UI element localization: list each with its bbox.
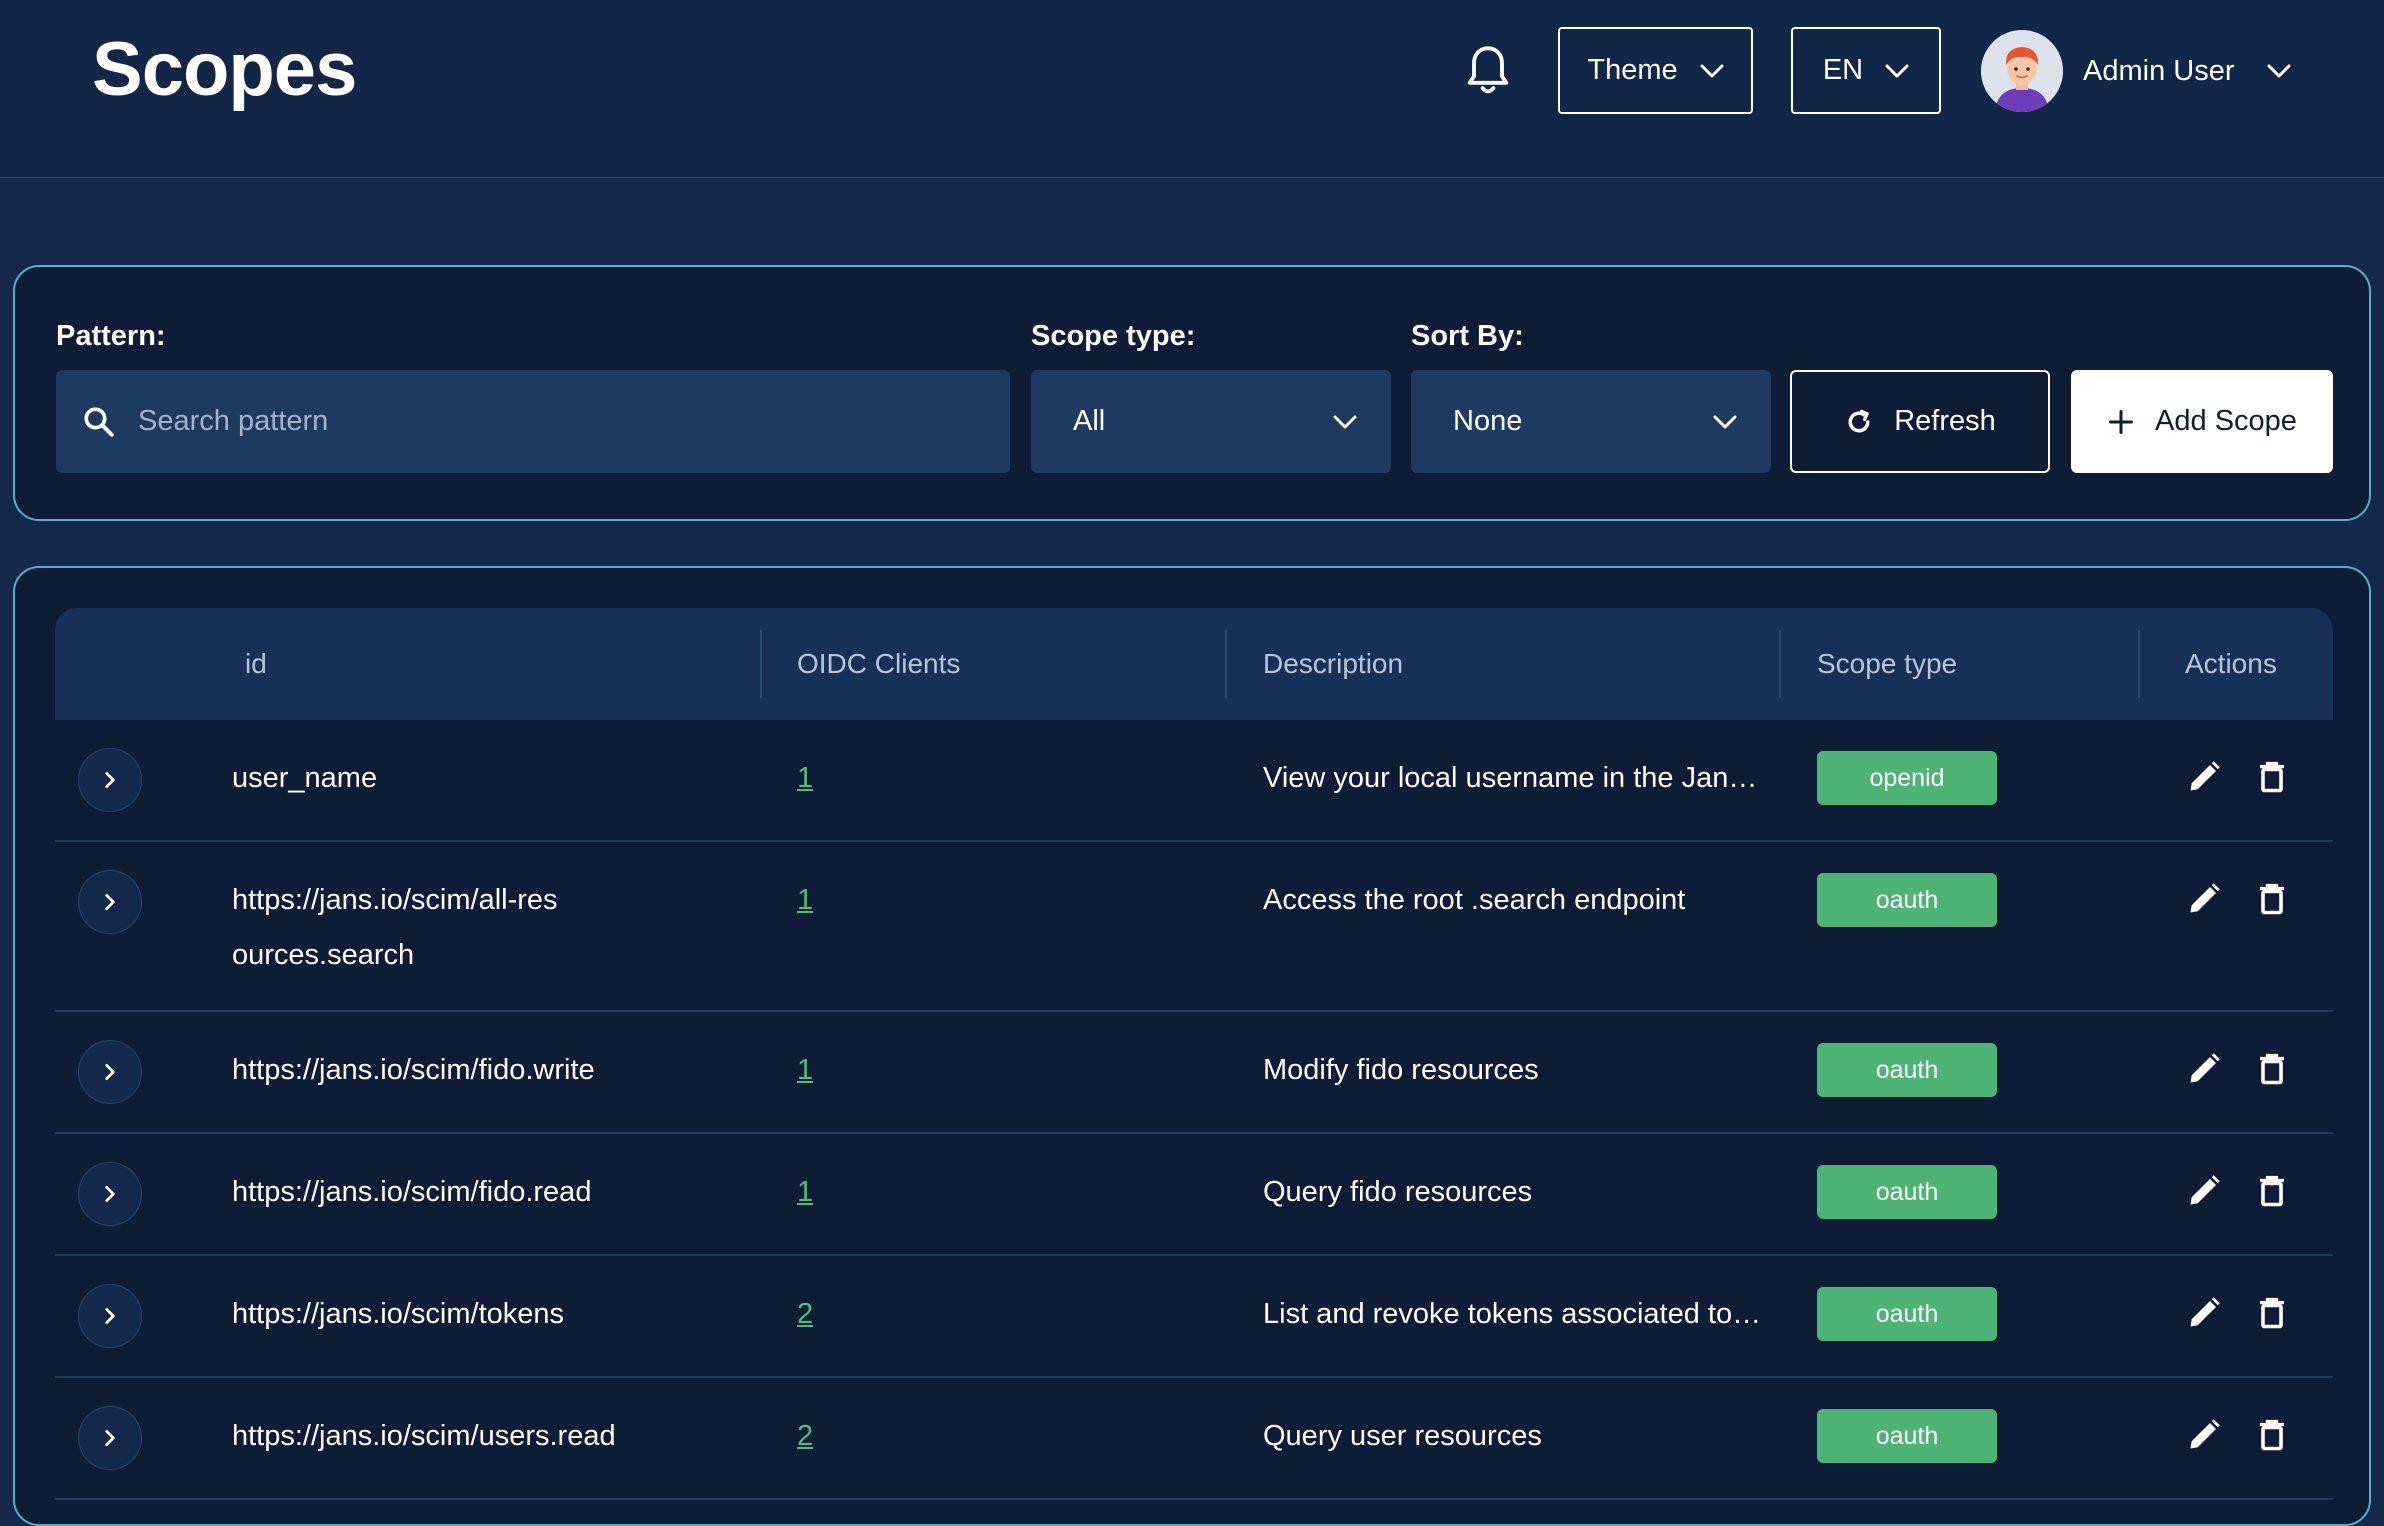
oidc-clients-link[interactable]: 1	[797, 873, 813, 928]
table-row: https://jans.io/scim/tokens 2 List and r…	[55, 1256, 2333, 1378]
pencil-icon[interactable]	[2186, 1417, 2222, 1453]
scope-description: Modify fido resources	[1263, 1054, 1539, 1086]
scope-id: https://jans.io/scim/users.read	[232, 1420, 616, 1452]
column-header-description[interactable]: Description	[1263, 608, 1403, 720]
bell-icon[interactable]	[1462, 44, 1514, 100]
column-divider	[2138, 630, 2140, 698]
column-divider	[1225, 630, 1227, 698]
scope-type-select[interactable]: All	[1031, 370, 1391, 473]
add-scope-button[interactable]: Add Scope	[2071, 370, 2333, 473]
chevron-right-icon	[105, 1064, 115, 1080]
pencil-icon[interactable]	[2186, 1051, 2222, 1087]
scope-type-badge: openid	[1817, 751, 1997, 805]
chevron-down-icon	[1333, 415, 1357, 428]
oidc-clients-link[interactable]: 2	[797, 1287, 813, 1342]
pencil-icon[interactable]	[2186, 1295, 2222, 1331]
table-row: https://jans.io/scim/fido.read 1 Query f…	[55, 1134, 2333, 1256]
sort-by-label: Sort By:	[1411, 320, 1524, 352]
chevron-down-icon	[1700, 64, 1724, 77]
table-row: https://jans.io/scim/all-resources.searc…	[55, 842, 2333, 1012]
scope-type-badge: oauth	[1817, 1409, 1997, 1463]
language-dropdown[interactable]: EN	[1791, 27, 1941, 114]
table-row: user_name 1 View your local username in …	[55, 720, 2333, 842]
scope-type-value: All	[1073, 405, 1106, 437]
sort-by-value: None	[1453, 405, 1523, 437]
chevron-down-icon	[2267, 64, 2290, 78]
expand-row-button[interactable]	[78, 1406, 142, 1470]
chevron-right-icon	[105, 772, 115, 788]
column-header-id[interactable]: id	[245, 608, 267, 720]
sort-by-select[interactable]: None	[1411, 370, 1771, 473]
user-avatar-icon	[1981, 30, 2063, 112]
chevron-down-icon	[1713, 415, 1737, 428]
column-header-oidc-clients[interactable]: OIDC Clients	[797, 608, 960, 720]
add-scope-label: Add Scope	[2155, 405, 2297, 437]
chevron-right-icon	[105, 894, 115, 910]
filter-panel: Pattern: Scope type: Sort By: All None R…	[13, 265, 2371, 521]
chevron-down-icon	[1885, 64, 1909, 77]
theme-dropdown[interactable]: Theme	[1558, 27, 1753, 114]
scopes-table-panel: id OIDC Clients Description Scope type A…	[13, 566, 2371, 1526]
scope-type-label: Scope type:	[1031, 320, 1196, 352]
scope-description: Query fido resources	[1263, 1176, 1533, 1208]
oidc-clients-link[interactable]: 1	[797, 751, 813, 806]
chevron-right-icon	[105, 1186, 115, 1202]
trash-icon[interactable]	[2254, 1173, 2290, 1209]
trash-icon[interactable]	[2254, 1051, 2290, 1087]
page-title: Scopes	[92, 27, 357, 112]
language-label: EN	[1822, 54, 1864, 86]
scope-id: https://jans.io/scim/fido.write	[232, 1054, 595, 1086]
scope-id: user_name	[232, 762, 378, 794]
refresh-icon	[1848, 409, 1870, 432]
scope-id: https://jans.io/scim/all-resources.searc…	[232, 884, 558, 971]
plus-icon	[2109, 409, 2134, 434]
pattern-label: Pattern:	[56, 320, 166, 352]
table-row: https://jans.io/scim/users.read 2 Query …	[55, 1378, 2333, 1500]
scope-type-badge: oauth	[1817, 1165, 1997, 1219]
scope-description: List and revoke tokens associated to use…	[1263, 1298, 1763, 1330]
app-header: Scopes Theme EN Admin User	[0, 0, 2384, 178]
expand-row-button[interactable]	[78, 870, 142, 934]
avatar	[1981, 30, 2063, 112]
oidc-clients-link[interactable]: 2	[797, 1409, 813, 1464]
table-header: id OIDC Clients Description Scope type A…	[55, 608, 2333, 720]
scope-type-badge: oauth	[1817, 1043, 1997, 1097]
pencil-icon[interactable]	[2186, 759, 2222, 795]
search-field[interactable]	[56, 370, 1010, 473]
expand-row-button[interactable]	[78, 1040, 142, 1104]
trash-icon[interactable]	[2254, 759, 2290, 795]
user-menu[interactable]: Admin User	[1981, 30, 2291, 112]
table-row: https://jans.io/scim/fido.write 1 Modify…	[55, 1012, 2333, 1134]
scope-type-badge: oauth	[1817, 1287, 1997, 1341]
column-header-actions: Actions	[2185, 648, 2277, 679]
trash-icon[interactable]	[2254, 1417, 2290, 1453]
trash-icon[interactable]	[2254, 881, 2290, 917]
refresh-label: Refresh	[1894, 405, 1996, 437]
scope-id: https://jans.io/scim/fido.read	[232, 1176, 592, 1208]
scope-description: Access the root .search endpoint	[1263, 884, 1686, 916]
column-header-scope-type[interactable]: Scope type	[1817, 608, 1957, 720]
theme-label: Theme	[1587, 54, 1678, 86]
column-divider	[760, 630, 762, 698]
search-input[interactable]	[138, 405, 998, 438]
user-name: Admin User	[2083, 54, 2235, 87]
pencil-icon[interactable]	[2186, 881, 2222, 917]
chevron-right-icon	[105, 1430, 115, 1446]
oidc-clients-link[interactable]: 1	[797, 1043, 813, 1098]
expand-row-button[interactable]	[78, 1284, 142, 1348]
chevron-right-icon	[105, 1308, 115, 1324]
pencil-icon[interactable]	[2186, 1173, 2222, 1209]
refresh-button[interactable]: Refresh	[1790, 370, 2050, 473]
scope-type-badge: oauth	[1817, 873, 1997, 927]
scope-description: Query user resources	[1263, 1420, 1542, 1452]
expand-row-button[interactable]	[78, 1162, 142, 1226]
scope-description: View your local username in the Janssen …	[1263, 762, 1763, 794]
oidc-clients-link[interactable]: 1	[797, 1165, 813, 1220]
trash-icon[interactable]	[2254, 1295, 2290, 1331]
search-icon	[84, 406, 114, 437]
column-divider	[1779, 630, 1781, 698]
expand-row-button[interactable]	[78, 748, 142, 812]
scope-id: https://jans.io/scim/tokens	[232, 1298, 565, 1330]
